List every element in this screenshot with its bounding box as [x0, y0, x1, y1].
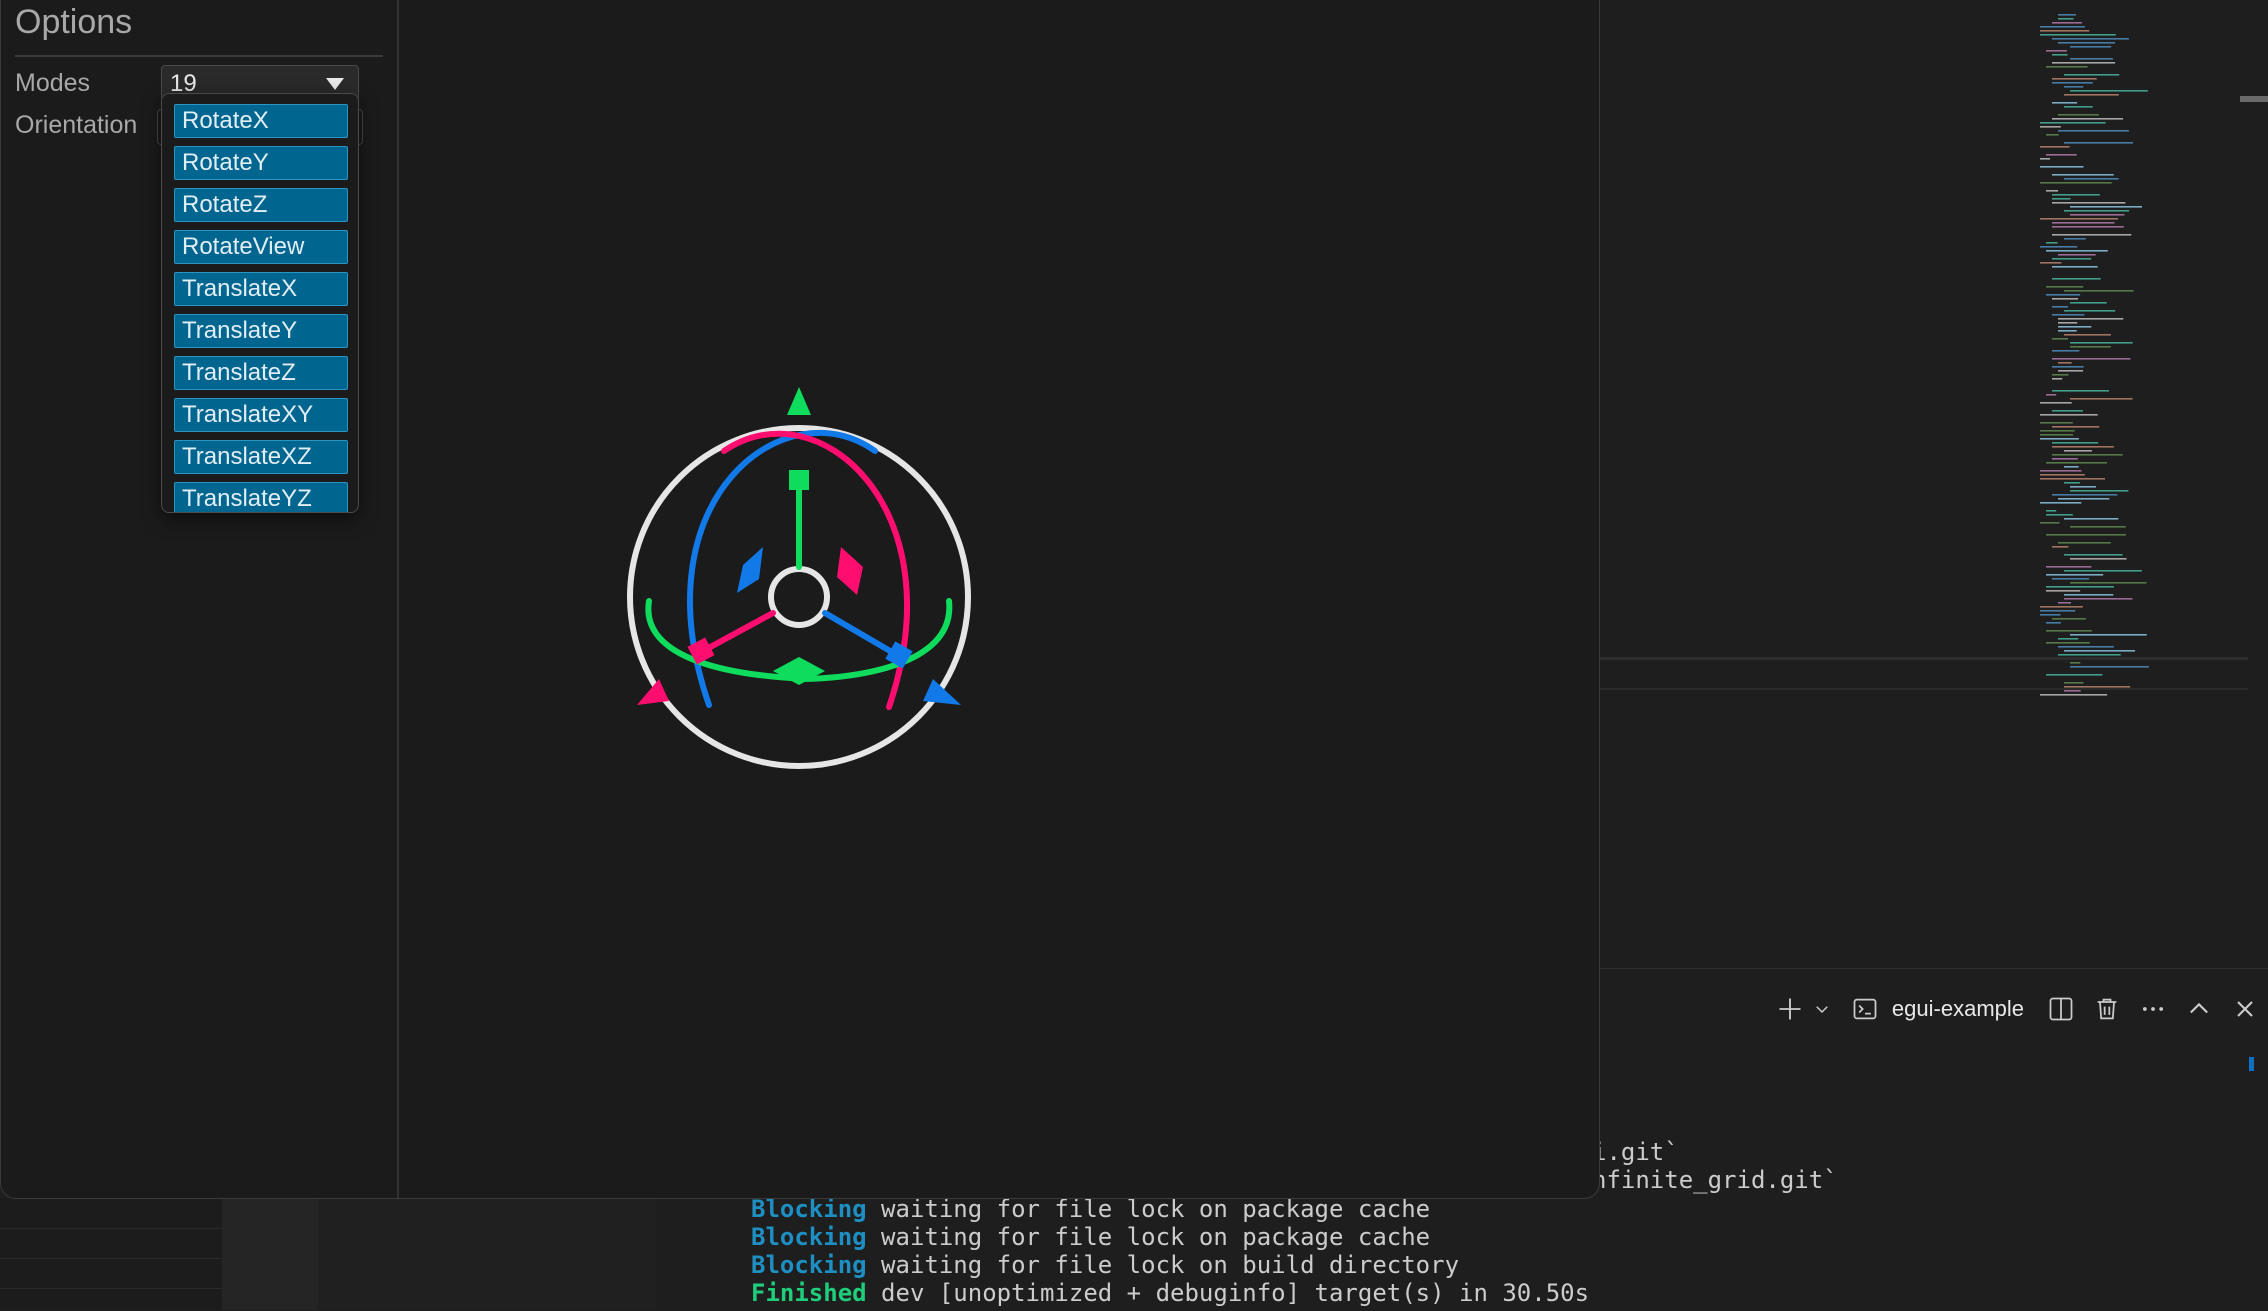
terminal-tab[interactable]: egui-example: [1850, 987, 2024, 1031]
mode-option-rotateview[interactable]: RotateView: [174, 230, 348, 264]
options-side-panel: Options Modes Orientation 19 RotateX Rot…: [1, 0, 399, 1198]
mode-option-rotatey[interactable]: RotateY: [174, 146, 348, 180]
mode-option-translatexz[interactable]: TranslateXZ: [174, 440, 348, 474]
terminal-line: Blocking waiting for file lock on build …: [751, 1251, 1459, 1279]
center-handle[interactable]: [768, 566, 830, 628]
modes-label: Modes: [15, 69, 91, 97]
terminal-line: Blocking waiting for file lock on packag…: [751, 1195, 1430, 1223]
terminal-status: Blocking: [751, 1251, 867, 1279]
mode-option-translatex[interactable]: TranslateX: [174, 272, 348, 306]
dropdown-arrow-icon: [326, 78, 344, 90]
terminal-panel: egui-example: [1598, 968, 2268, 1311]
terminal-toolbar: egui-example: [1598, 987, 2268, 1031]
terminal-tab-label: egui-example: [1891, 996, 2024, 1021]
terminal-message: waiting for file lock on package cache: [866, 1195, 1431, 1223]
modes-dropdown-popup[interactable]: RotateX RotateY RotateZ RotateView Trans…: [161, 93, 359, 513]
options-heading: Options: [15, 3, 133, 41]
mode-option-translateyz[interactable]: TranslateYZ: [174, 482, 348, 512]
underlying-panel: [318, 1198, 656, 1310]
translate-z-axis[interactable]: [822, 610, 900, 658]
orientation-label: Orientation: [15, 111, 138, 139]
more-icon[interactable]: [2130, 987, 2176, 1031]
terminal-line: Finished dev [unoptimized + debuginfo] t…: [751, 1279, 1589, 1307]
close-icon[interactable]: [2222, 987, 2268, 1031]
translate-xy-plane-handle[interactable]: [737, 547, 763, 593]
terminal-icon: [1850, 987, 1880, 1031]
transform-gizmo[interactable]: [617, 387, 977, 777]
terminal-message: waiting for file lock on build directory: [866, 1251, 1460, 1279]
divider: [0, 1258, 222, 1259]
terminal-activity-indicator: [2249, 1057, 2254, 1071]
editor-scrollbar-thumb[interactable]: [2240, 96, 2268, 102]
chevron-down-icon[interactable]: [1808, 987, 1836, 1031]
mode-option-translatexy[interactable]: TranslateXY: [174, 398, 348, 432]
divider: [0, 1228, 222, 1229]
mode-option-translatey[interactable]: TranslateY: [174, 314, 348, 348]
trash-icon[interactable]: [2084, 987, 2130, 1031]
split-icon[interactable]: [2038, 987, 2084, 1031]
y-axis-handle[interactable]: [789, 470, 809, 490]
terminal-message: dev [unoptimized + debuginfo] target(s) …: [866, 1279, 1590, 1307]
y-arrow-icon[interactable]: [787, 387, 811, 415]
plus-icon[interactable]: [1772, 987, 1808, 1031]
minimap-code-lines: [2040, 14, 2149, 696]
mode-option-rotatez[interactable]: RotateZ: [174, 188, 348, 222]
egui-app-window: Options Modes Orientation 19 RotateX Rot…: [0, 0, 1600, 1199]
heading-separator: [15, 55, 383, 57]
underlying-panel: [222, 1198, 318, 1310]
mode-option-rotatex[interactable]: RotateX: [174, 104, 348, 138]
divider: [0, 1288, 222, 1289]
terminal-line: Blocking waiting for file lock on packag…: [751, 1223, 1430, 1251]
editor-minimap[interactable]: [2040, 0, 2244, 720]
gizmo-graphic: [627, 387, 971, 769]
editor-divider: [1598, 688, 2248, 690]
terminal-status: Blocking: [751, 1195, 867, 1223]
chevron-up-icon[interactable]: [2176, 987, 2222, 1031]
underlying-sidebar: [0, 1198, 222, 1310]
terminal-status: Blocking: [751, 1223, 867, 1251]
mode-option-translatez[interactable]: TranslateZ: [174, 356, 348, 390]
terminal-status: Finished: [751, 1279, 867, 1307]
terminal-message: waiting for file lock on package cache: [866, 1223, 1431, 1251]
translate-x-axis[interactable]: [700, 610, 776, 654]
editor-divider: [1598, 657, 2248, 660]
translate-zy-plane-handle[interactable]: [837, 547, 863, 595]
